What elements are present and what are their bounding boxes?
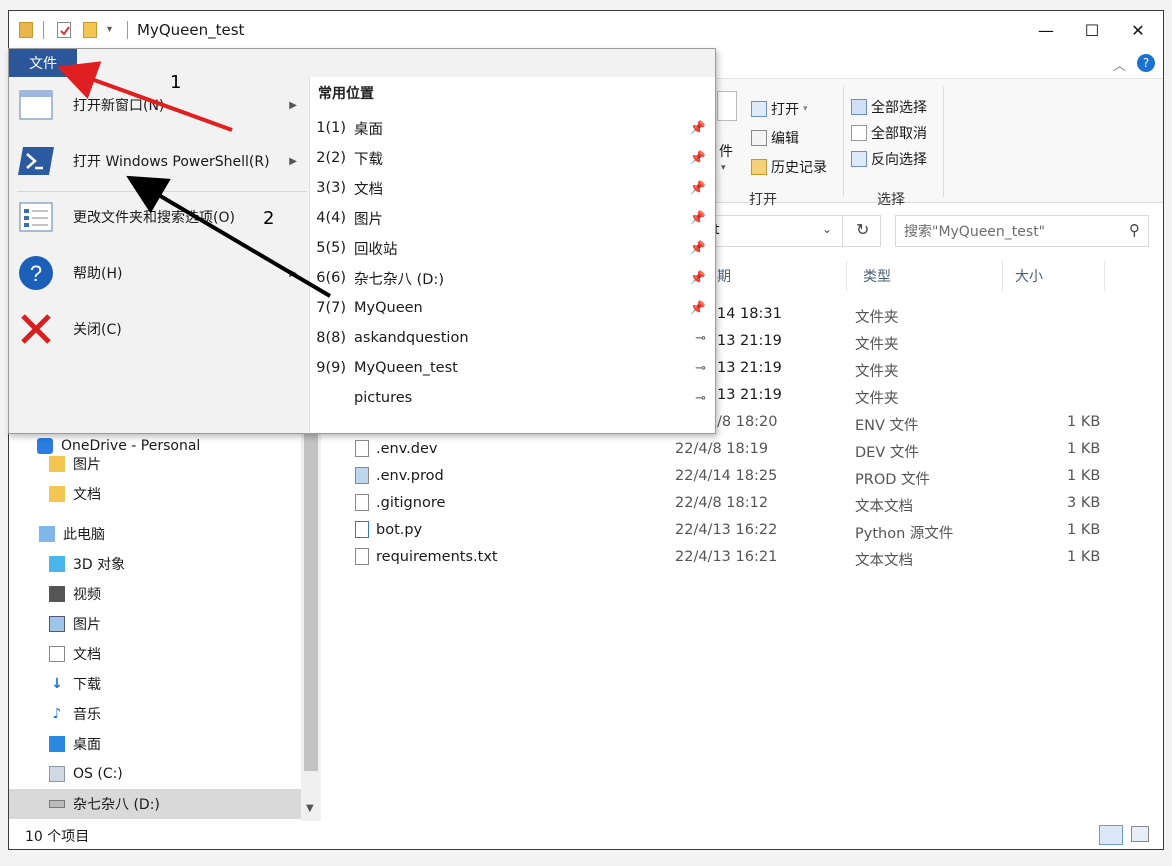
annotation-label-2: 2: [263, 208, 275, 229]
black-arrow: [126, 175, 332, 298]
annotation-label-1: 1: [170, 72, 182, 93]
red-arrow: [56, 61, 233, 132]
annotation-layer: [56, 61, 332, 298]
